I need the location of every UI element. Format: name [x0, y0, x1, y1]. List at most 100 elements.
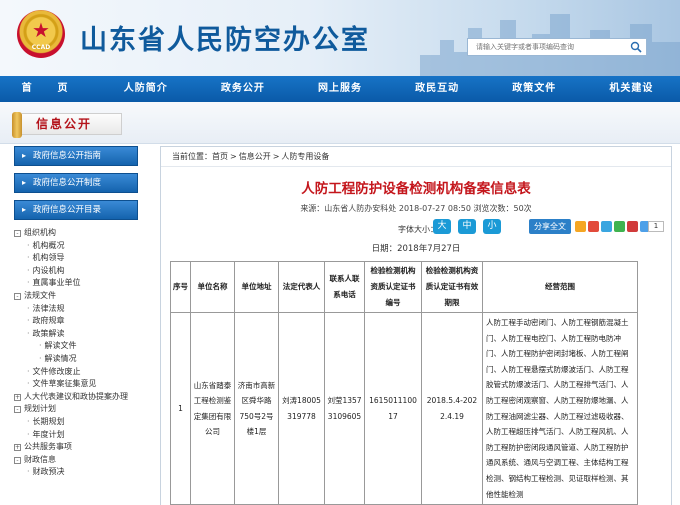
sidebar-tree-label: 法律法规	[32, 303, 65, 313]
sidebar-head-catalog[interactable]: 政府信息公开目录	[14, 200, 138, 220]
table-row: 1 山东省踏泰工程检测鉴定集团有限公司 济南市高新区舜华路750号2号楼1层 刘…	[170, 311, 638, 505]
breadcrumb-current[interactable]: 人防专用设备	[281, 152, 329, 161]
section-title: 信息公开	[36, 117, 93, 131]
sidebar-tree-label: 解读情况	[44, 353, 77, 363]
breadcrumb-sep: >	[272, 152, 280, 161]
th-cert-no: 检验检测机构资质认定证书编号	[364, 261, 422, 313]
sidebar-tree-item[interactable]: 机构概况	[14, 240, 150, 253]
nav-online-service[interactable]: 网上服务	[291, 76, 388, 102]
sidebar-tree-label: 内设机构	[32, 265, 65, 275]
table-header-row: 序号 单位名称 单位地址 法定代表人 联系人联系电话 检验检测机构资质认定证书编…	[170, 261, 638, 313]
sidebar-tree-label: 年度计划	[32, 429, 65, 439]
sidebar-tree-item[interactable]: 法律法规	[14, 303, 150, 316]
sidebar-tree-item[interactable]: - 法规文件	[14, 290, 150, 303]
th-name: 单位名称	[190, 261, 235, 313]
sidebar-tree-item[interactable]: 解读情况	[14, 353, 150, 366]
search-box	[467, 38, 647, 56]
tree-toggle-icon[interactable]: -	[14, 406, 21, 414]
sidebar: 政府信息公开指南 政府信息公开制度 政府信息公开目录 -组织机构机构概况机构领导…	[14, 146, 150, 505]
sidebar-tree-label: 机构领导	[32, 253, 65, 263]
share-button[interactable]: 分享全文	[529, 219, 571, 234]
breadcrumb-prefix: 当前位置：	[172, 152, 212, 161]
cell-address: 济南市高新区舜华路750号2号楼1层	[234, 311, 279, 505]
sidebar-head-system[interactable]: 政府信息公开制度	[14, 173, 138, 193]
th-address: 单位地址	[234, 261, 279, 313]
breadcrumb-info[interactable]: 信息公开	[239, 152, 271, 161]
sidebar-tree-item[interactable]: 政策解读	[14, 328, 150, 341]
sidebar-tree-label: 法规文件	[24, 290, 56, 300]
nav-about[interactable]: 人防简介	[97, 76, 194, 102]
wechat-icon[interactable]	[614, 221, 625, 232]
search-input[interactable]	[468, 39, 624, 55]
sidebar-tree-label: 政策解读	[32, 328, 65, 338]
cell-contact: 刘莹13573109605	[324, 311, 365, 505]
tree-toggle-icon[interactable]: -	[14, 292, 21, 300]
main-nav: 首 页 人防简介 政务公开 网上服务 政民互动 政策文件 机关建设	[0, 76, 680, 102]
site-header: ★ CCAD 山东省人民防空办公室	[0, 0, 680, 76]
breadcrumb-sep: >	[230, 152, 237, 161]
sidebar-tree-item[interactable]: - 组织机构	[14, 227, 150, 240]
sidebar-head-guide[interactable]: 政府信息公开指南	[14, 146, 138, 166]
tree-toggle-icon[interactable]: +	[14, 444, 21, 452]
article-title: 人防工程防护设备检测机构备案信息表	[301, 181, 531, 197]
sidebar-tree-item[interactable]: 文件草案征集意见	[14, 378, 150, 391]
site-title[interactable]: 山东省人民防空办公室	[80, 18, 370, 57]
sidebar-tree-item[interactable]: 机构领导	[14, 252, 150, 265]
sidebar-tree-label: 人大代表建议和政协提案办理	[24, 391, 128, 401]
renren-icon[interactable]	[627, 221, 638, 232]
sidebar-tree-item[interactable]: + 人大代表建议和政协提案办理	[14, 391, 150, 404]
sidebar-tree-item[interactable]: 内设机构	[14, 265, 150, 278]
font-medium-button[interactable]: 中	[458, 219, 476, 234]
cell-scope: 人防工程手动密闭门、人防工程钢筋混凝土门、人防工程电控门、人防工程防电防冲门、人…	[482, 311, 638, 505]
th-contact: 联系人联系电话	[324, 261, 365, 313]
font-small-button[interactable]: 小	[483, 219, 501, 234]
share-count: 1	[648, 221, 664, 232]
star-icon: ★	[32, 18, 50, 42]
th-validity: 检验检测机构资质认定证书有效期限	[421, 261, 483, 313]
sidebar-tree-label: 解读文件	[44, 341, 77, 351]
sidebar-tree-label: 规划计划	[24, 404, 56, 414]
sidebar-tree-item[interactable]: 政府规章	[14, 315, 150, 328]
sidebar-tree-item[interactable]: - 财政信息	[14, 454, 150, 467]
sidebar-tree-item[interactable]: 财政预决	[14, 466, 150, 479]
th-no: 序号	[170, 261, 191, 313]
sidebar-tree-item[interactable]: 解读文件	[14, 340, 150, 353]
share-icons	[575, 221, 651, 232]
sidebar-tree-item[interactable]: + 公共服务事项	[14, 441, 150, 454]
weibo-icon[interactable]	[588, 221, 599, 232]
cell-cert-no: 161501110017	[364, 311, 422, 505]
nav-organ[interactable]: 机关建设	[583, 76, 680, 102]
scroll-icon	[12, 112, 22, 138]
sidebar-tree-item[interactable]: 长期规划	[14, 416, 150, 429]
sidebar-tree-label: 财政预决	[32, 467, 65, 477]
sidebar-tree-item[interactable]: - 规划计划	[14, 403, 150, 416]
breadcrumb-home[interactable]: 首页	[212, 152, 228, 161]
tree-toggle-icon[interactable]: -	[14, 230, 21, 237]
sidebar-tree: -组织机构机构概况机构领导内设机构直属事业单位-法规文件法律法规政府规章政策解读…	[14, 227, 150, 479]
sidebar-tree-label: 长期规划	[32, 416, 65, 426]
nav-interaction[interactable]: 政民互动	[389, 76, 486, 102]
th-scope: 经营范围	[482, 261, 638, 313]
nav-affairs[interactable]: 政务公开	[194, 76, 291, 102]
sidebar-tree-item[interactable]: 直属事业单位	[14, 277, 150, 290]
font-size-label: 字体大小：	[398, 225, 438, 234]
tree-toggle-icon[interactable]: -	[14, 456, 21, 464]
nav-home[interactable]: 首 页	[0, 76, 97, 102]
cell-validity: 2018.5.4-2022.4.19	[421, 311, 483, 505]
article-date: 日期：2018年7月27日	[371, 244, 461, 254]
nav-policy[interactable]: 政策文件	[486, 76, 583, 102]
article-meta: 来源：山东省人防办安科处 2018-07-27 08:50 浏览次数：50次	[300, 204, 532, 213]
section-banner: 信息公开	[0, 102, 680, 144]
font-large-button[interactable]: 大	[433, 219, 451, 234]
breadcrumb: 当前位置：首页 > 信息公开 > 人防专用设备	[161, 147, 671, 167]
search-icon[interactable]	[630, 41, 642, 53]
logo[interactable]: ★ CCAD	[17, 10, 65, 58]
qq-icon[interactable]	[601, 221, 612, 232]
sidebar-tree-label: 组织机构	[24, 228, 56, 237]
main-content: 当前位置：首页 > 信息公开 > 人防专用设备 人防工程防护设备检测机构备案信息表 来源…	[160, 146, 672, 505]
qzone-icon[interactable]	[575, 221, 586, 232]
tree-toggle-icon[interactable]: +	[14, 393, 21, 401]
sidebar-tree-label: 财政信息	[24, 454, 56, 464]
sidebar-tree-item[interactable]: 文件修改废止	[14, 366, 150, 379]
sidebar-tree-item[interactable]: 年度计划	[14, 429, 150, 442]
